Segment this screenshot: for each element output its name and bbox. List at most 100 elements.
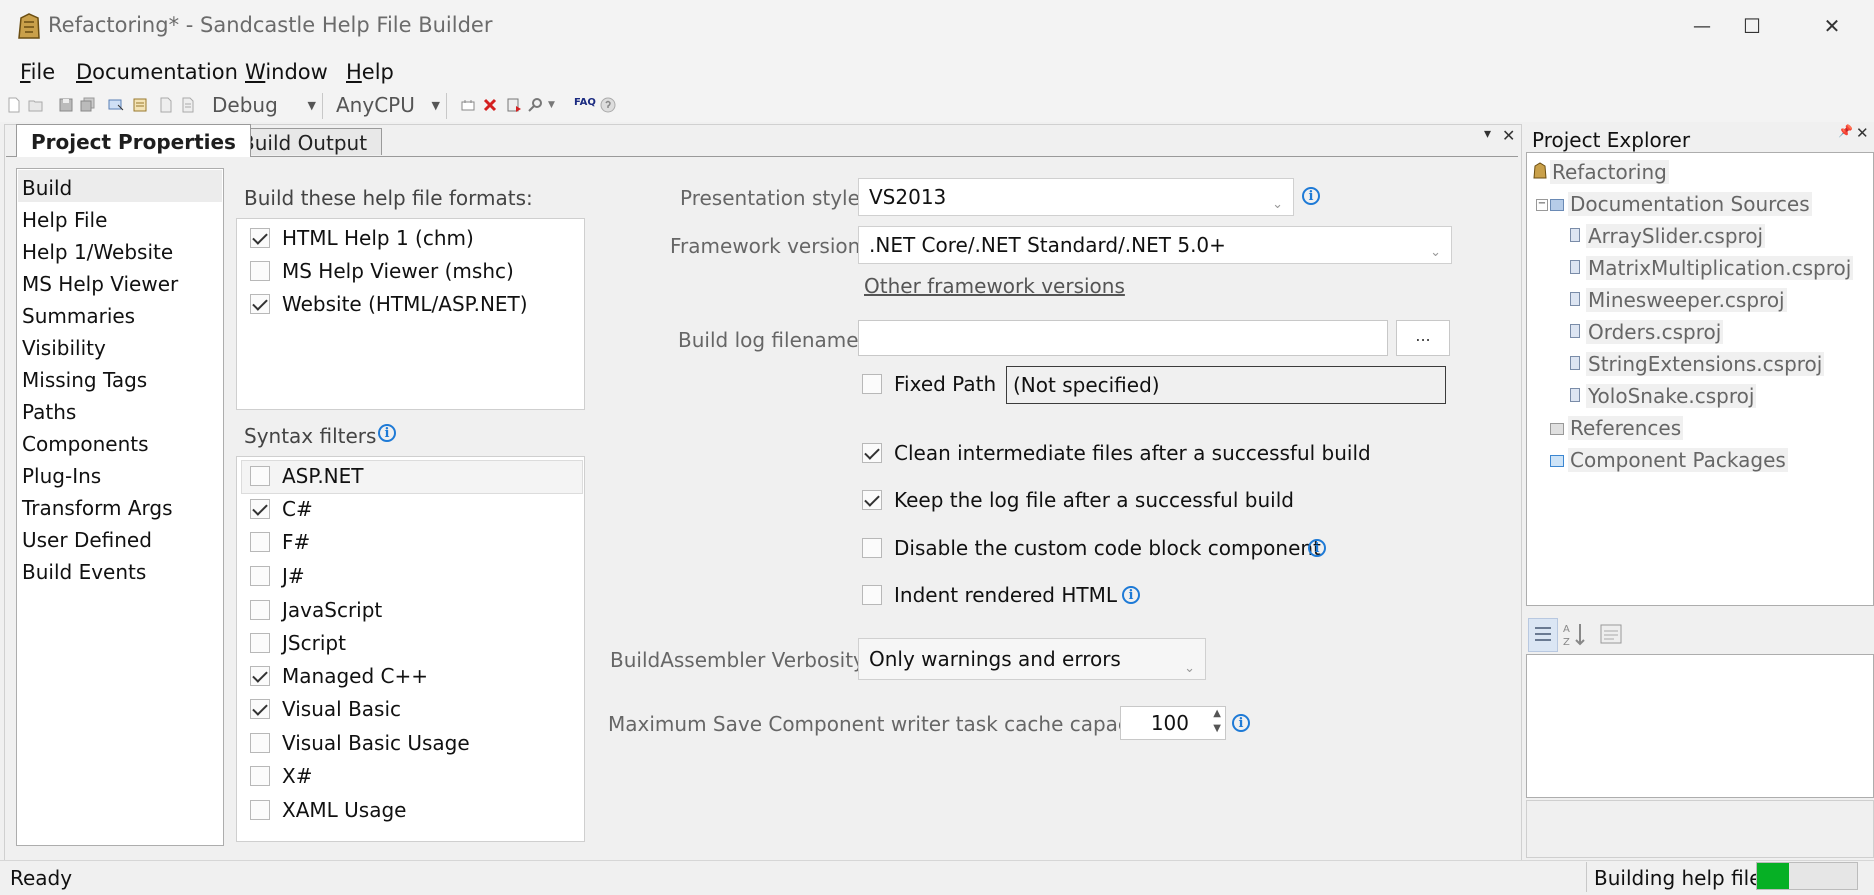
nav-item-paths[interactable]: Paths — [22, 400, 76, 424]
tree-component-packages[interactable]: Component Packages — [1568, 448, 1788, 472]
tree-file-yolosnake[interactable]: YoloSnake.csproj — [1586, 384, 1757, 408]
syntax-filters-text: Syntax filters — [244, 424, 377, 448]
nav-item-components[interactable]: Components — [22, 432, 149, 456]
spin-down-icon[interactable]: ▼ — [1213, 723, 1221, 734]
configuration-combo[interactable]: Debug ▼ — [206, 93, 323, 119]
presentation-style-value: VS2013 — [869, 185, 947, 209]
nav-item-visibility[interactable]: Visibility — [22, 336, 106, 360]
build-log-input[interactable] — [858, 320, 1388, 356]
syntax-checkbox-managed-cpp[interactable] — [250, 666, 270, 686]
nav-item-build[interactable]: Build — [22, 176, 72, 200]
tree-root-refactoring[interactable]: Refactoring — [1550, 160, 1669, 184]
verbosity-combo[interactable]: Only warnings and errors ⌄ — [858, 638, 1206, 680]
document-copy-icon[interactable] — [180, 97, 196, 113]
search-icon[interactable] — [528, 97, 544, 113]
collapse-icon[interactable]: − — [1536, 199, 1548, 211]
alphabetical-button[interactable]: AZ — [1560, 618, 1588, 650]
project-explorer-close-icon[interactable]: ✕ — [1856, 124, 1869, 142]
open-project-icon[interactable] — [28, 97, 44, 113]
nav-item-summaries[interactable]: Summaries — [22, 304, 135, 328]
nav-item-user-defined[interactable]: User Defined — [22, 528, 152, 552]
nav-item-plug-ins[interactable]: Plug-Ins — [22, 464, 101, 488]
indent-html-checkbox[interactable] — [862, 585, 882, 605]
build-log-browse-button[interactable]: ... — [1396, 320, 1450, 356]
new-project-icon[interactable] — [6, 97, 22, 113]
indent-html-info-icon[interactable]: i — [1122, 586, 1140, 604]
syntax-checkbox-vb-usage[interactable] — [250, 733, 270, 753]
syntax-label-jsharp: J# — [282, 564, 305, 588]
tab-close-icon[interactable]: ✕ — [1502, 126, 1515, 145]
clean-intermediate-checkbox[interactable] — [862, 443, 882, 463]
tree-file-matrixmultiplication[interactable]: MatrixMultiplication.csproj — [1586, 256, 1854, 280]
minimize-icon: — — [1693, 15, 1711, 37]
cache-capacity-info-icon[interactable]: i — [1232, 714, 1250, 732]
nav-item-build-events[interactable]: Build Events — [22, 560, 146, 584]
syntax-checkbox-csharp[interactable] — [250, 499, 270, 519]
faq-icon[interactable]: FAQ — [574, 97, 596, 108]
build-icon[interactable] — [460, 97, 476, 113]
categorized-button[interactable] — [1528, 618, 1558, 652]
format-checkbox-website[interactable] — [250, 294, 270, 314]
spin-up-icon[interactable]: ▲ — [1213, 708, 1221, 719]
nav-item-ms-help-viewer[interactable]: MS Help Viewer — [22, 272, 178, 296]
tree-file-arrayslider[interactable]: ArraySlider.csproj — [1586, 224, 1766, 248]
tree-file-stringextensions[interactable]: StringExtensions.csproj — [1586, 352, 1825, 376]
nav-item-missing-tags[interactable]: Missing Tags — [22, 368, 147, 392]
document-icon[interactable] — [158, 97, 174, 113]
properties-grid[interactable] — [1526, 654, 1874, 798]
cancel-build-icon[interactable] — [482, 97, 498, 113]
properties-icon[interactable] — [132, 97, 148, 113]
about-icon[interactable] — [600, 97, 616, 113]
search-dropdown-icon[interactable]: ▼ — [548, 100, 555, 110]
syntax-checkbox-xsharp[interactable] — [250, 766, 270, 786]
build-log-label: Build log filename — [678, 328, 859, 352]
framework-version-combo[interactable]: .NET Core/.NET Standard/.NET 5.0+ ⌄ — [858, 226, 1452, 264]
syntax-checkbox-visual-basic[interactable] — [250, 699, 270, 719]
status-text: Ready — [10, 866, 73, 890]
tree-documentation-sources[interactable]: Documentation Sources — [1568, 192, 1812, 216]
cache-capacity-spinner[interactable]: 100 ▲ ▼ — [1120, 706, 1226, 740]
add-source-icon[interactable] — [108, 97, 124, 113]
close-button[interactable]: ✕ — [1802, 6, 1862, 46]
svg-text:Z: Z — [1563, 637, 1570, 648]
format-checkbox-chm[interactable] — [250, 228, 270, 248]
syntax-checkbox-fsharp[interactable] — [250, 532, 270, 552]
view-help-icon[interactable] — [506, 97, 522, 113]
tree-references[interactable]: References — [1568, 416, 1684, 440]
tree-file-orders[interactable]: Orders.csproj — [1586, 320, 1724, 344]
cache-capacity-value: 100 — [1150, 711, 1189, 735]
nav-item-help-file[interactable]: Help File — [22, 208, 107, 232]
syntax-checkbox-jscript[interactable] — [250, 633, 270, 653]
tab-list-dropdown-icon[interactable]: ▾ — [1484, 126, 1491, 142]
syntax-filters-info-icon[interactable]: i — [378, 424, 396, 442]
menu-file[interactable]: File — [20, 60, 55, 84]
menu-window[interactable]: Window — [245, 60, 328, 84]
verbosity-dropdown-icon: ⌄ — [1184, 661, 1195, 676]
property-pages-button[interactable] — [1598, 620, 1624, 648]
disable-code-block-info-icon[interactable]: i — [1308, 539, 1326, 557]
save-all-icon[interactable] — [80, 97, 96, 113]
menu-help[interactable]: Help — [346, 60, 394, 84]
project-explorer-title: Project Explorer — [1532, 128, 1691, 152]
other-framework-versions-link[interactable]: Other framework versions — [864, 274, 1125, 298]
nav-item-transform-args[interactable]: Transform Args — [22, 496, 173, 520]
pin-icon[interactable]: 📌 — [1838, 124, 1853, 138]
maximize-button[interactable]: ☐ — [1722, 6, 1782, 46]
presentation-style-info-icon[interactable]: i — [1302, 187, 1320, 205]
syntax-checkbox-jsharp[interactable] — [250, 566, 270, 586]
menu-documentation[interactable]: Documentation — [76, 60, 238, 84]
platform-combo[interactable]: AnyCPU ▼ — [330, 93, 447, 119]
presentation-style-combo[interactable]: VS2013 ⌄ — [858, 178, 1294, 216]
disable-code-block-checkbox[interactable] — [862, 538, 882, 558]
tab-build-output-label: Build Output — [241, 131, 368, 155]
syntax-checkbox-xaml-usage[interactable] — [250, 800, 270, 820]
tab-project-properties[interactable]: Project Properties — [16, 124, 251, 157]
tree-file-minesweeper[interactable]: Minesweeper.csproj — [1586, 288, 1787, 312]
fixed-path-checkbox[interactable] — [862, 374, 882, 394]
syntax-checkbox-aspnet[interactable] — [250, 466, 270, 486]
keep-log-checkbox[interactable] — [862, 490, 882, 510]
save-icon[interactable] — [58, 97, 74, 113]
nav-item-help1-website[interactable]: Help 1/Website — [22, 240, 173, 264]
format-checkbox-mshc[interactable] — [250, 261, 270, 281]
syntax-checkbox-javascript[interactable] — [250, 600, 270, 620]
